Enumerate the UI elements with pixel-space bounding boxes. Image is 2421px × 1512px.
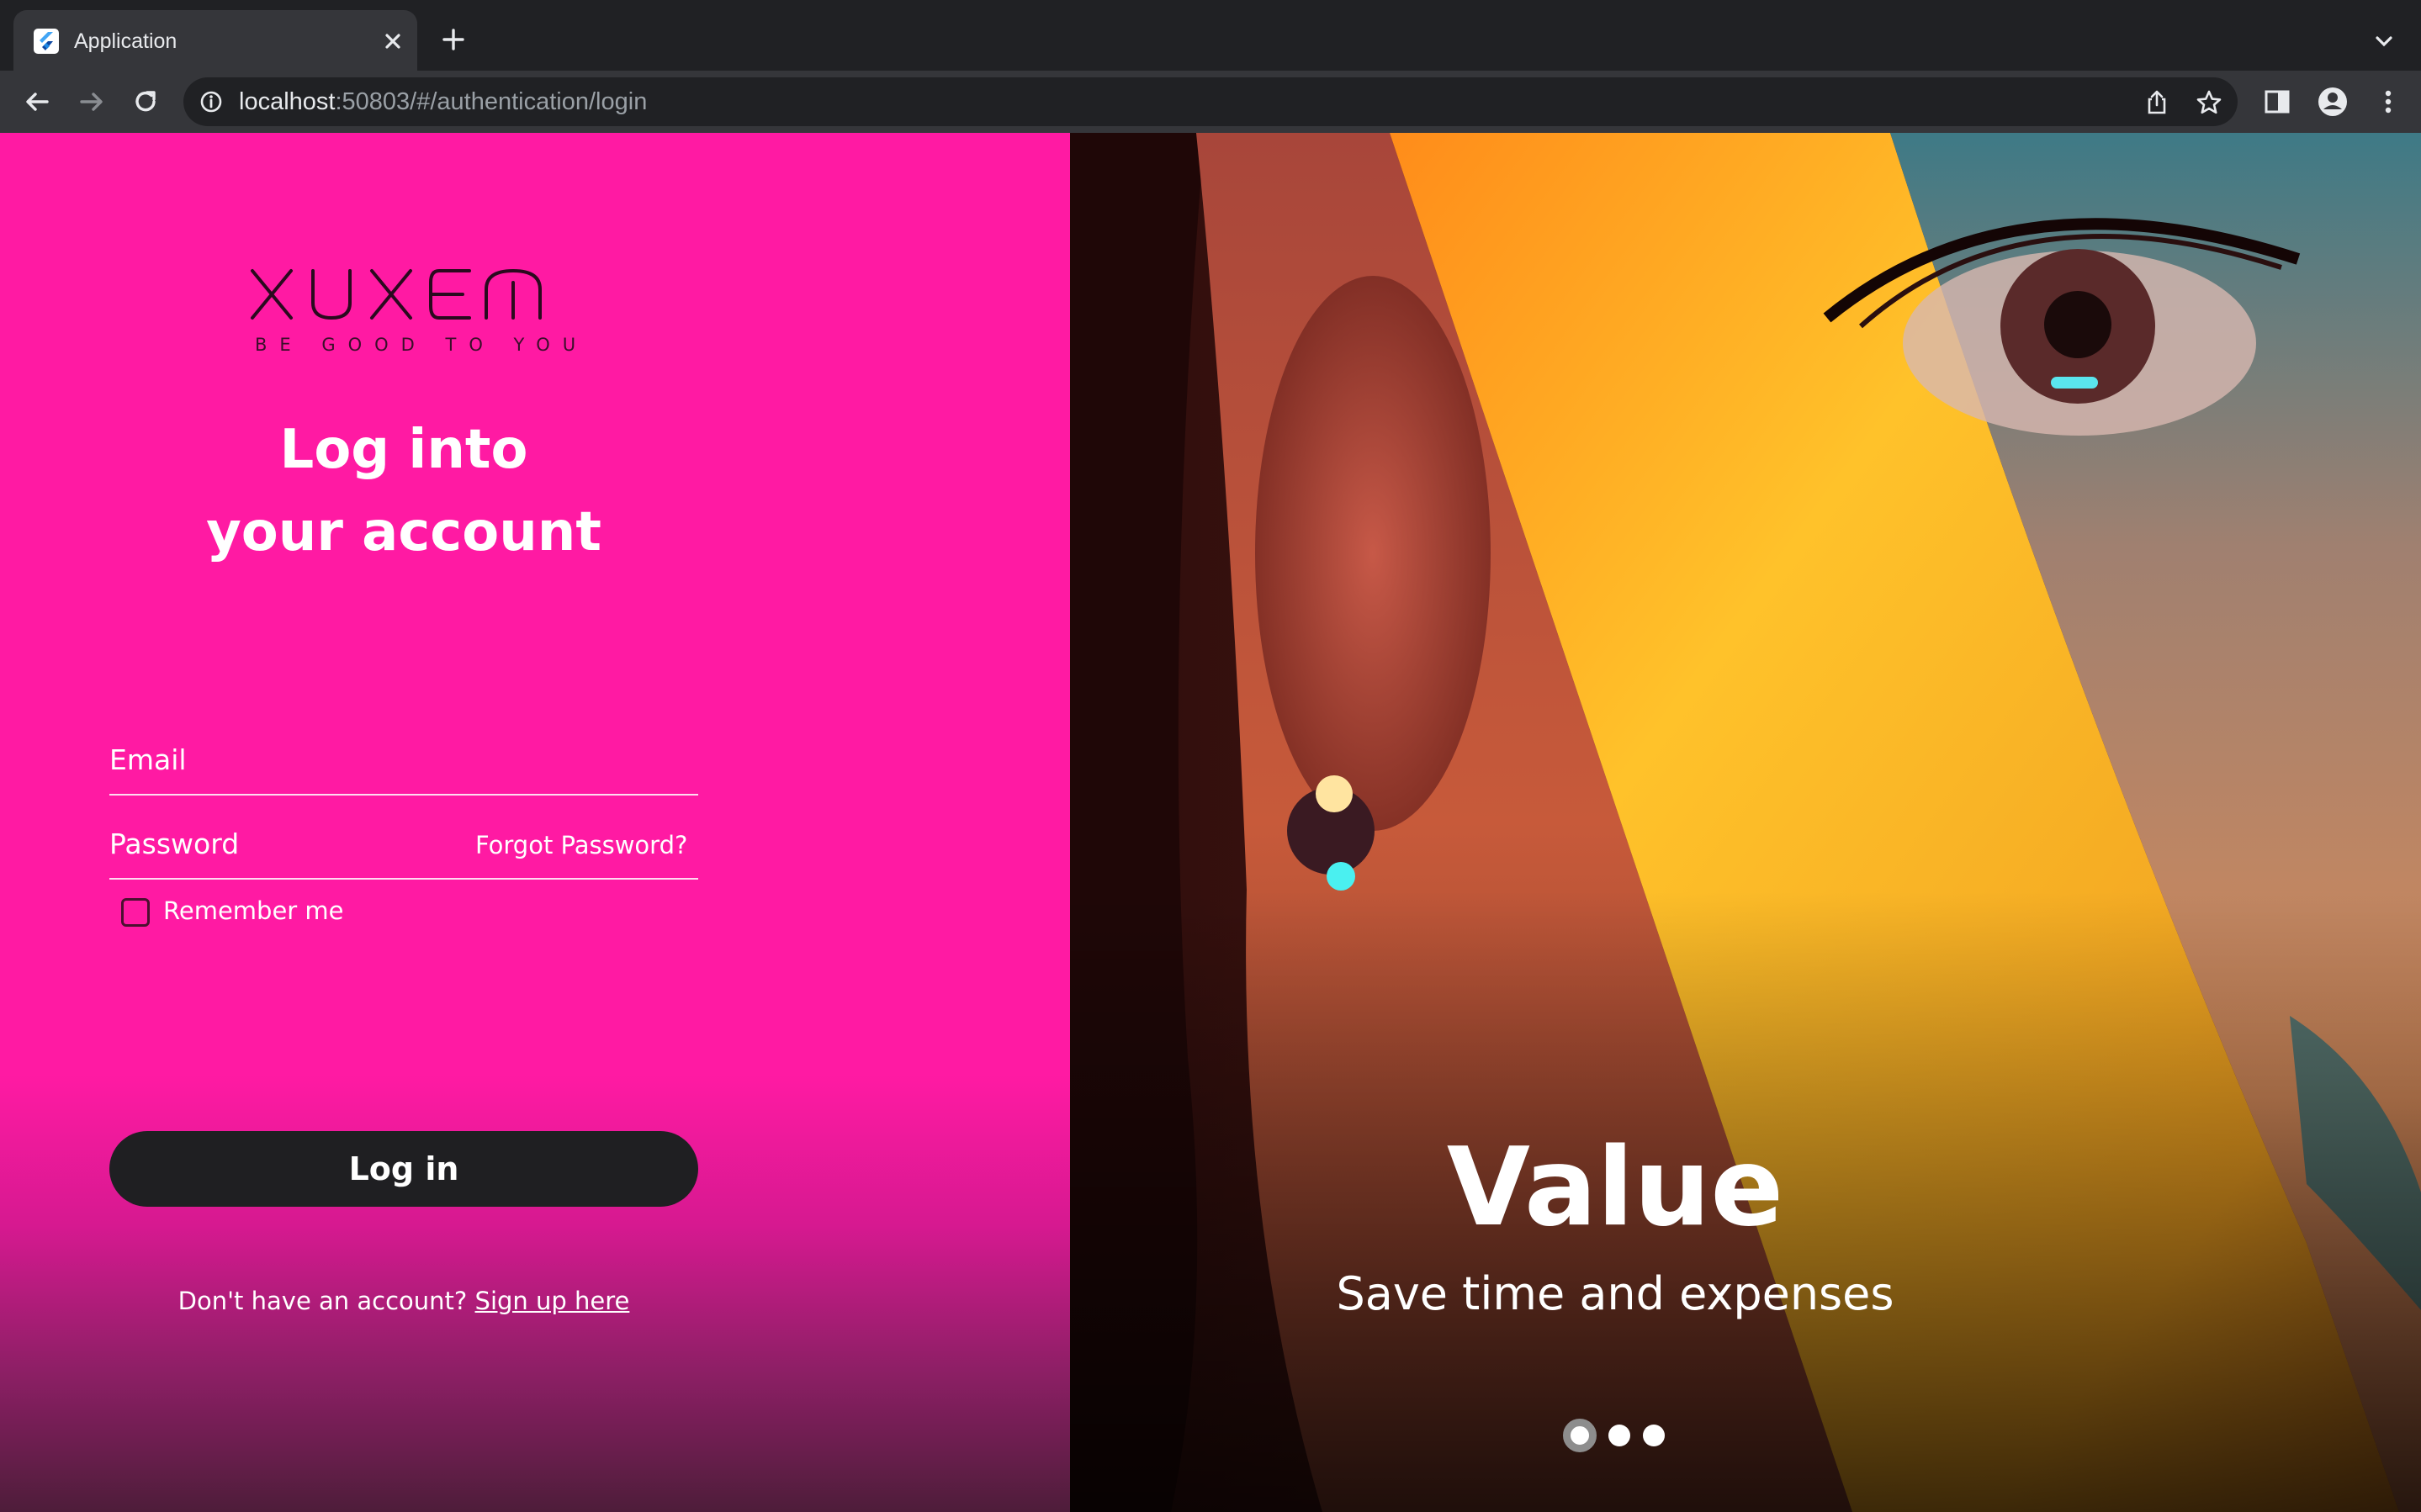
share-icon[interactable] <box>2142 87 2172 118</box>
heading-line-2: your account <box>206 501 601 563</box>
url-path: :50803/#/authentication/login <box>335 88 648 115</box>
remember-me-label: Remember me <box>163 896 344 925</box>
info-icon[interactable] <box>199 89 224 114</box>
carousel-dot-1[interactable] <box>1563 1419 1597 1452</box>
login-button[interactable]: Log in <box>109 1131 698 1207</box>
logo-wordmark <box>251 269 542 320</box>
carousel-dot-2[interactable] <box>1608 1425 1630 1446</box>
remember-me-checkbox[interactable] <box>121 898 150 927</box>
back-arrow-icon[interactable] <box>20 85 54 119</box>
page-viewport: BE GOOD TO YOU Log into your account For… <box>0 133 2421 1512</box>
url-host: localhost <box>239 88 336 115</box>
url-text[interactable]: localhost:50803/#/authentication/login <box>239 87 647 116</box>
logo-tagline: BE GOOD TO YOU <box>255 335 589 355</box>
reload-icon[interactable] <box>129 85 162 119</box>
kebab-menu-icon[interactable] <box>2371 84 2406 119</box>
forward-arrow-icon[interactable] <box>75 85 109 119</box>
chevron-down-icon[interactable] <box>2368 25 2400 57</box>
carousel-title: Value <box>1446 1125 1784 1250</box>
no-account-text: Don't have an account? <box>177 1287 475 1315</box>
tab-title: Application <box>74 29 177 53</box>
forgot-password-link[interactable]: Forgot Password? <box>475 831 687 859</box>
browser-tab[interactable]: Application <box>13 10 417 71</box>
login-heading: Log into your account <box>118 409 690 574</box>
flutter-favicon-icon <box>34 29 59 54</box>
carousel-dot-3[interactable] <box>1643 1425 1665 1446</box>
carousel-subtitle: Save time and expenses <box>1336 1267 1894 1320</box>
heading-line-1: Log into <box>279 419 528 481</box>
browser-tab-strip: Application <box>0 0 2421 71</box>
email-field <box>109 710 698 796</box>
address-bar[interactable]: localhost:50803/#/authentication/login <box>183 77 2238 126</box>
browser-toolbar: localhost:50803/#/authentication/login <box>0 71 2421 133</box>
signup-prompt: Don't have an account? Sign up here <box>0 1287 808 1315</box>
plus-icon[interactable] <box>437 24 469 56</box>
close-icon[interactable] <box>377 25 409 57</box>
signup-link[interactable]: Sign up here <box>475 1287 630 1315</box>
profile-icon[interactable] <box>2315 84 2350 119</box>
side-panel-icon[interactable] <box>2259 84 2295 119</box>
star-icon[interactable] <box>2194 87 2224 118</box>
login-panel: BE GOOD TO YOU Log into your account For… <box>0 133 1070 1512</box>
email-input[interactable] <box>109 740 698 779</box>
